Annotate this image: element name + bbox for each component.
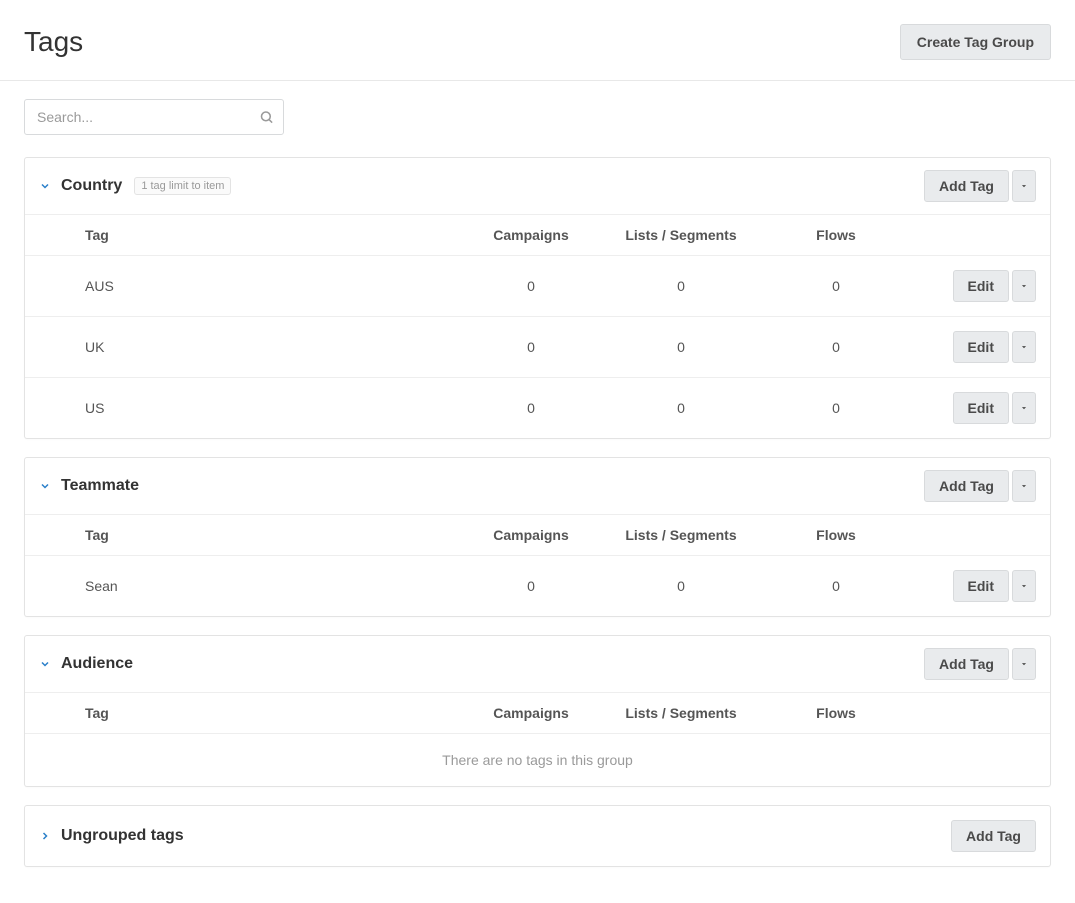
group-name: Audience [61,655,133,673]
group-actions: Add Tag [924,170,1036,202]
add-tag-button[interactable]: Add Tag [924,170,1009,202]
campaigns-cell: 0 [466,278,596,294]
col-header-lists: Lists / Segments [596,227,766,243]
chevron-down-icon[interactable] [39,180,51,192]
tag-group-panel: Audience Add Tag TagCampaignsLists / Segme… [24,635,1051,787]
tag-name-cell: AUS [85,278,466,294]
group-actions: Add Tag [924,648,1036,680]
tag-name-cell: UK [85,339,466,355]
flows-cell: 0 [766,339,906,355]
row-actions-cell: Edit [906,331,1036,363]
group-header: Teammate Add Tag [25,458,1050,514]
table-header: TagCampaignsLists / SegmentsFlows [25,214,1050,255]
row-actions-cell: Edit [906,570,1036,602]
flows-cell: 0 [766,578,906,594]
campaigns-cell: 0 [466,339,596,355]
table-row: UK000Edit [25,316,1050,377]
col-header-tag: Tag [85,705,466,721]
col-header-flows: Flows [766,227,906,243]
campaigns-cell: 0 [466,578,596,594]
page-title: Tags [24,26,83,58]
caret-down-icon [1019,481,1029,491]
row-dropdown-button[interactable] [1012,570,1036,602]
campaigns-cell: 0 [466,400,596,416]
tag-group-panel: Country 1 tag limit to item Add Tag TagCamp… [24,157,1051,439]
tag-name-cell: Sean [85,578,466,594]
page-header: Tags Create Tag Group [0,0,1075,81]
row-dropdown-button[interactable] [1012,392,1036,424]
group-dropdown-button[interactable] [1012,170,1036,202]
group-dropdown-button[interactable] [1012,648,1036,680]
tag-group-panel: Teammate Add Tag TagCampaignsLists / Segme… [24,457,1051,617]
row-actions: Edit [906,270,1036,302]
create-tag-group-button[interactable]: Create Tag Group [900,24,1051,60]
row-actions: Edit [906,570,1036,602]
edit-button[interactable]: Edit [953,570,1009,602]
table-row: Sean000Edit [25,555,1050,616]
col-header-lists: Lists / Segments [596,705,766,721]
row-dropdown-button[interactable] [1012,270,1036,302]
caret-down-icon [1019,659,1029,669]
row-actions-cell: Edit [906,270,1036,302]
lists-cell: 0 [596,278,766,294]
table-header: TagCampaignsLists / SegmentsFlows [25,692,1050,733]
row-actions: Edit [906,331,1036,363]
lists-cell: 0 [596,578,766,594]
table-header: TagCampaignsLists / SegmentsFlows [25,514,1050,555]
search-icon [259,110,274,125]
col-header-campaigns: Campaigns [466,705,596,721]
group-header: Ungrouped tags Add Tag [25,806,1050,866]
table-row: AUS000Edit [25,255,1050,316]
col-header-flows: Flows [766,527,906,543]
edit-button[interactable]: Edit [953,392,1009,424]
col-header-lists: Lists / Segments [596,527,766,543]
col-header-campaigns: Campaigns [466,227,596,243]
add-tag-button[interactable]: Add Tag [924,648,1009,680]
empty-message: There are no tags in this group [25,733,1050,786]
group-actions: Add Tag [951,820,1036,852]
col-header-flows: Flows [766,705,906,721]
group-name: Ungrouped tags [61,827,184,845]
chevron-right-icon[interactable] [39,830,51,842]
col-header-tag: Tag [85,227,466,243]
search-wrap [24,99,284,135]
caret-down-icon [1019,403,1029,413]
group-header: Audience Add Tag [25,636,1050,692]
caret-down-icon [1019,281,1029,291]
row-actions-cell: Edit [906,392,1036,424]
caret-down-icon [1019,342,1029,352]
chevron-down-icon[interactable] [39,480,51,492]
group-name: Country [61,177,122,195]
col-header-campaigns: Campaigns [466,527,596,543]
tag-limit-badge: 1 tag limit to item [134,177,231,195]
table-row: US000Edit [25,377,1050,438]
add-tag-button[interactable]: Add Tag [951,820,1036,852]
flows-cell: 0 [766,278,906,294]
caret-down-icon [1019,181,1029,191]
lists-cell: 0 [596,400,766,416]
group-name: Teammate [61,477,139,495]
add-tag-button[interactable]: Add Tag [924,470,1009,502]
lists-cell: 0 [596,339,766,355]
group-actions: Add Tag [924,470,1036,502]
chevron-down-icon[interactable] [39,658,51,670]
flows-cell: 0 [766,400,906,416]
search-input[interactable] [24,99,284,135]
tag-group-panel: Ungrouped tags Add Tag [24,805,1051,867]
content-area: Country1 tag limit to itemAdd TagTagCamp… [0,81,1075,903]
tag-name-cell: US [85,400,466,416]
group-dropdown-button[interactable] [1012,470,1036,502]
row-actions: Edit [906,392,1036,424]
row-dropdown-button[interactable] [1012,331,1036,363]
edit-button[interactable]: Edit [953,331,1009,363]
col-header-tag: Tag [85,527,466,543]
edit-button[interactable]: Edit [953,270,1009,302]
caret-down-icon [1019,581,1029,591]
group-header: Country 1 tag limit to item Add Tag [25,158,1050,214]
